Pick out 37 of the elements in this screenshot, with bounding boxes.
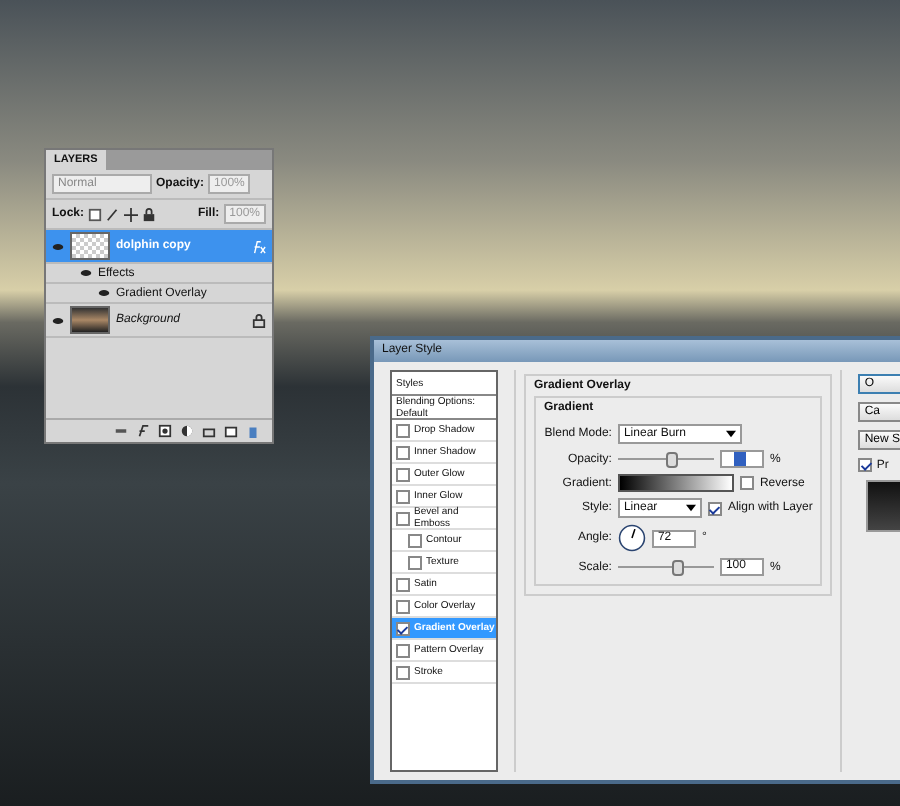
checkbox[interactable] [396,577,410,591]
eye-icon[interactable] [52,241,64,251]
angle-dial[interactable] [617,524,646,552]
fx-icon[interactable] [136,424,150,438]
lock-icon [252,313,266,327]
move-icon[interactable] [124,207,139,221]
mask-icon[interactable] [158,424,172,438]
lock-icon[interactable] [142,207,157,221]
checkbox[interactable] [396,445,410,459]
checkbox[interactable] [396,467,410,481]
checkbox[interactable] [396,665,410,679]
layer-thumbnail [70,232,110,260]
new-layer-icon[interactable] [224,424,238,438]
checkbox[interactable] [396,621,410,635]
checkbox[interactable] [408,533,422,547]
adjustment-icon[interactable] [180,424,194,438]
gradient-picker[interactable] [617,474,734,492]
caret-icon [725,430,736,438]
checkbox[interactable] [858,458,873,472]
preview-swatch [866,480,900,532]
layer-thumbnail [70,306,110,334]
slider-thumb[interactable] [666,452,679,468]
lock-transparency-icon[interactable] [88,207,103,221]
checkbox[interactable] [396,423,410,437]
caret-icon [685,504,696,512]
opacity-field[interactable] [719,450,764,468]
fx-icon [252,239,266,253]
checkbox[interactable] [408,555,422,569]
slider-thumb[interactable] [671,560,684,576]
checkbox[interactable] [396,489,410,503]
eye-icon[interactable] [52,315,64,325]
folder-icon[interactable] [202,424,216,438]
checkbox[interactable] [396,643,410,657]
checkbox[interactable] [739,476,754,490]
checkbox[interactable] [396,511,410,525]
checkbox[interactable] [396,599,410,613]
checkbox[interactable] [707,501,722,515]
